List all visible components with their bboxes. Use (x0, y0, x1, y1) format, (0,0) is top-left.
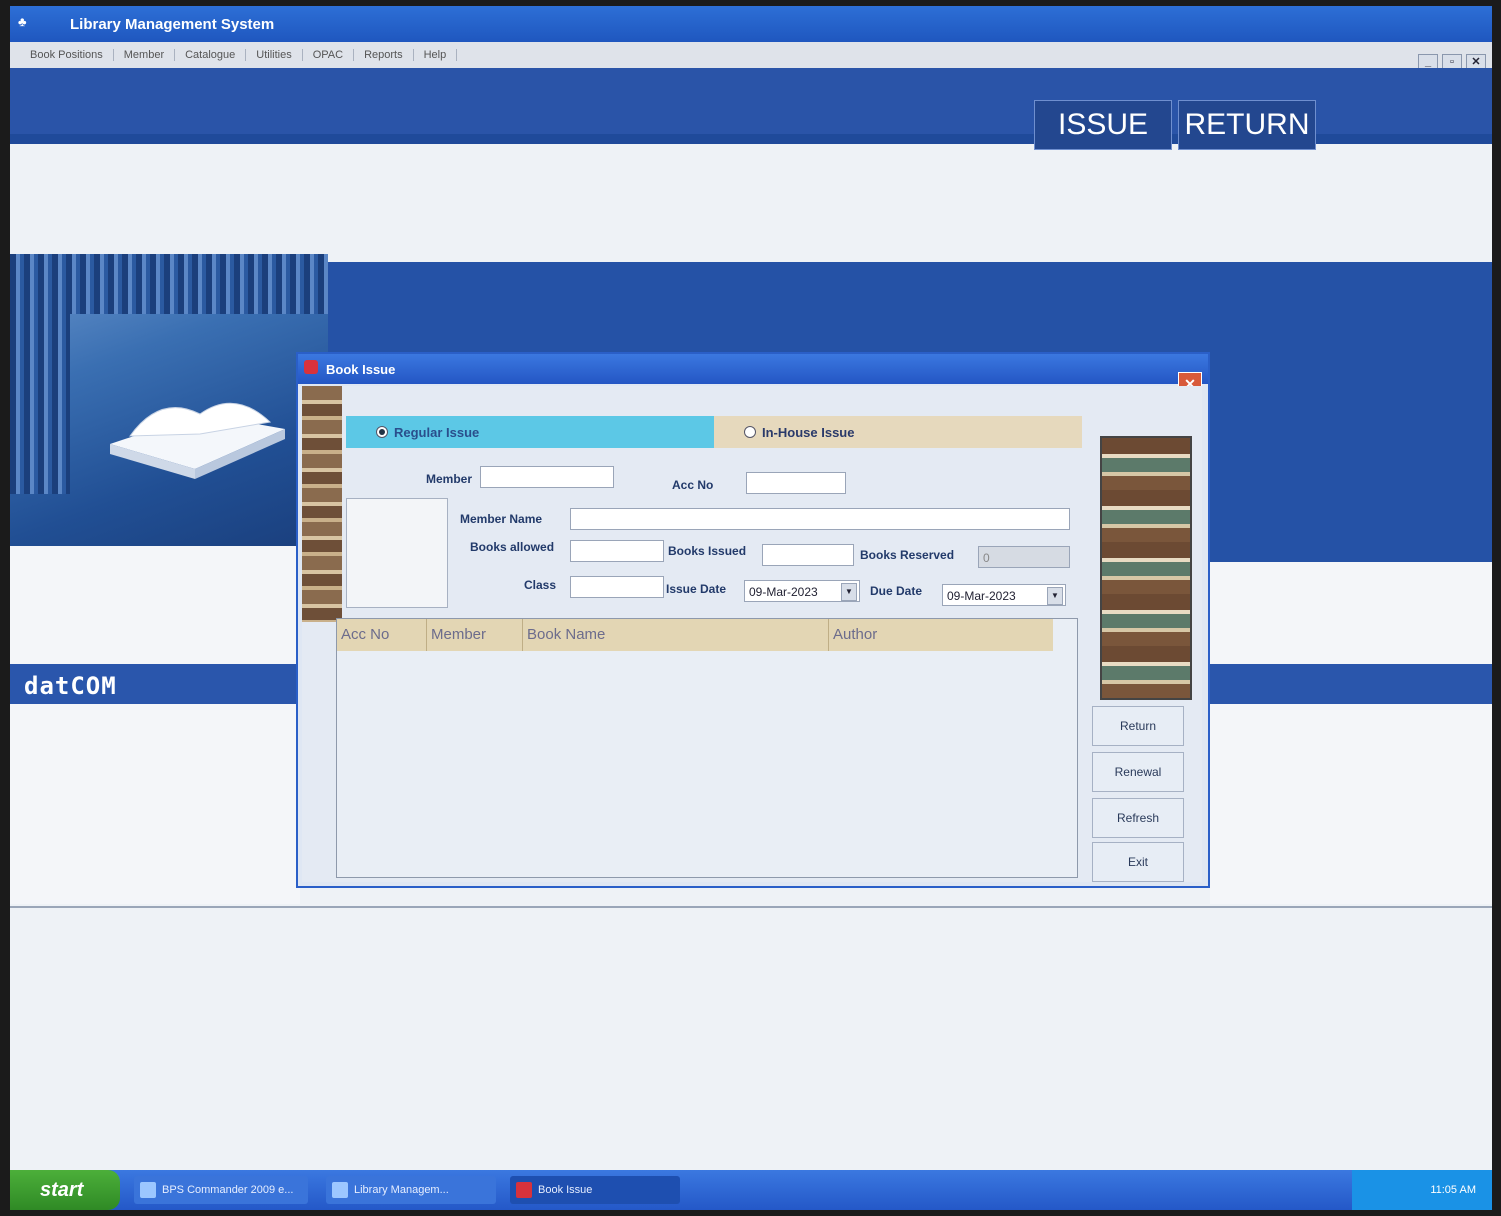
grid-column-acc-no[interactable]: Acc No (337, 619, 427, 651)
acc-no-label: Acc No (672, 478, 714, 492)
member-name-input[interactable] (570, 508, 1070, 530)
due-date-picker[interactable]: 09-Mar-2023 ▼ (942, 584, 1066, 606)
exit-button[interactable]: Exit (1092, 842, 1184, 882)
inhouse-issue-radio[interactable]: In-House Issue (714, 416, 1082, 448)
books-allowed-label: Books allowed (470, 540, 555, 554)
taskbar-item-library[interactable]: Library Managem... (326, 1176, 496, 1204)
issued-books-grid[interactable]: Acc No Member Book Name Author (336, 618, 1078, 878)
menu-item-opac[interactable]: OPAC (303, 49, 355, 61)
taskbar-item-bps[interactable]: BPS Commander 2009 e... (134, 1176, 308, 1204)
issue-button[interactable]: ISSUE (1034, 100, 1172, 150)
menu-item-reports[interactable]: Reports (354, 49, 414, 61)
member-label: Member (426, 472, 473, 486)
app-window-icon (140, 1182, 156, 1198)
app-title-bar: ♣ Library Management System (10, 6, 1492, 42)
clock[interactable]: 11:05 AM (1430, 1184, 1476, 1196)
top-banner: ISSUE RETURN (10, 68, 1492, 150)
dialog-title-bar: Book Issue (298, 354, 1208, 384)
member-photo (346, 498, 448, 608)
menu-item-book-positions[interactable]: Book Positions (20, 49, 114, 61)
books-reserved-label: Books Reserved (860, 548, 955, 562)
return-book-button[interactable]: Return (1092, 706, 1184, 746)
dropdown-arrow-icon[interactable]: ▼ (841, 583, 857, 601)
brand-logo: datCOM (24, 672, 117, 700)
grid-column-book-name[interactable]: Book Name (523, 619, 829, 651)
dialog-app-icon (304, 360, 318, 374)
menu-bar: Book Positions Member Catalogue Utilitie… (10, 42, 1492, 69)
grid-column-author[interactable]: Author (829, 619, 1053, 651)
refresh-button[interactable]: Refresh (1092, 798, 1184, 838)
divider (10, 906, 1492, 908)
books-issued-input[interactable] (762, 544, 854, 566)
books-issued-label: Books Issued (668, 544, 747, 558)
taskbar-item-book-issue[interactable]: Book Issue (510, 1176, 680, 1204)
member-name-label: Member Name (460, 512, 543, 526)
app-icon: ♣ (18, 14, 27, 29)
member-input[interactable] (480, 466, 614, 488)
system-tray: 11:05 AM (1352, 1170, 1492, 1210)
taskbar: start BPS Commander 2009 e... Library Ma… (10, 1170, 1492, 1210)
return-button[interactable]: RETURN (1178, 100, 1316, 150)
menu-item-catalogue[interactable]: Catalogue (175, 49, 247, 61)
acc-no-input[interactable] (746, 472, 846, 494)
dialog-title: Book Issue (326, 362, 396, 377)
book-issue-dialog: Book Issue ✕ Regular Issue In-House Issu… (296, 352, 1210, 888)
issue-date-picker[interactable]: 09-Mar-2023 ▼ (744, 580, 860, 602)
issue-date-value: 09-Mar-2023 (749, 585, 818, 599)
desktop-screen: ♣ Library Management System Book Positio… (10, 6, 1492, 1210)
menu-item-utilities[interactable]: Utilities (246, 49, 303, 61)
app-title: Library Management System (70, 16, 275, 33)
due-date-label: Due Date (870, 584, 923, 598)
menu-item-help[interactable]: Help (414, 49, 458, 61)
dialog-body: Regular Issue In-House Issue Member Acc … (302, 386, 1202, 882)
app-window-icon (332, 1182, 348, 1198)
due-date-value: 09-Mar-2023 (947, 589, 1016, 603)
issue-type-selector: Regular Issue In-House Issue (346, 416, 1082, 448)
open-book-icon (110, 402, 285, 479)
dropdown-arrow-icon[interactable]: ▼ (1047, 587, 1063, 605)
app-window-icon (516, 1182, 532, 1198)
regular-issue-radio[interactable]: Regular Issue (346, 416, 714, 448)
renewal-button[interactable]: Renewal (1092, 752, 1184, 792)
class-input[interactable] (570, 576, 664, 598)
grid-column-member[interactable]: Member (427, 619, 523, 651)
books-allowed-input[interactable] (570, 540, 664, 562)
grid-header: Acc No Member Book Name Author (337, 619, 1053, 651)
library-photo (10, 254, 328, 546)
start-button[interactable]: start (10, 1170, 120, 1210)
radio-unselected-icon (744, 426, 756, 438)
class-label: Class (524, 578, 557, 592)
books-image-left (302, 386, 342, 622)
radio-selected-icon (376, 426, 388, 438)
issue-date-label: Issue Date (666, 582, 727, 596)
books-image-right (1100, 436, 1192, 700)
inhouse-issue-label: In-House Issue (762, 424, 855, 440)
books-reserved-input: 0 (978, 546, 1070, 568)
menu-item-member[interactable]: Member (114, 49, 176, 61)
regular-issue-label: Regular Issue (394, 424, 480, 440)
